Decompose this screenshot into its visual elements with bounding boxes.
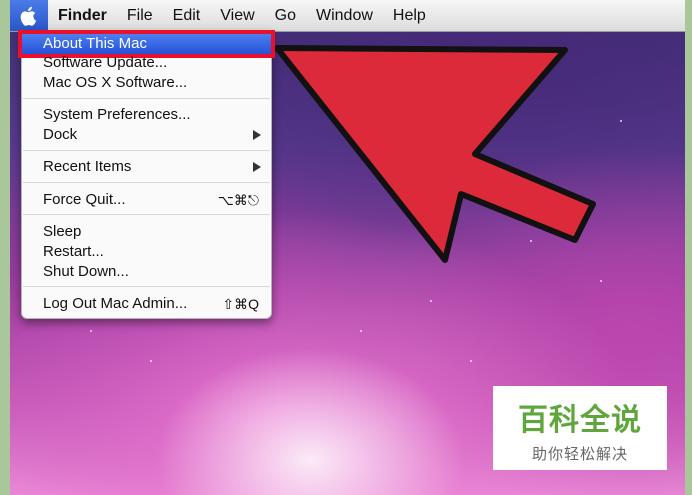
star — [600, 280, 602, 282]
menu-separator — [23, 150, 270, 151]
star — [360, 330, 362, 332]
menu-item-label: Log Out Mac Admin... — [43, 295, 188, 312]
menu-item-mac-os-x-software[interactable]: Mac OS X Software... — [22, 73, 271, 93]
apple-menu-dropdown: About This Mac Software Update... Mac OS… — [18, 30, 275, 319]
menu-go[interactable]: Go — [265, 0, 306, 31]
star — [430, 300, 432, 302]
menu-item-label: System Preferences... — [43, 106, 191, 123]
star — [150, 360, 152, 362]
menu-item-shut-down[interactable]: Shut Down... — [22, 262, 271, 282]
menu-separator — [23, 286, 270, 287]
menu-separator — [23, 98, 270, 99]
menu-file[interactable]: File — [117, 0, 163, 31]
menu-item-label: Restart... — [43, 243, 104, 260]
menu-item-about-this-mac[interactable]: About This Mac — [18, 30, 275, 58]
menu-item-shortcut: ⌥⌘⎋ — [217, 192, 259, 208]
menu-help[interactable]: Help — [383, 0, 436, 31]
menu-separator — [23, 182, 270, 183]
menu-item-sleep[interactable]: Sleep — [22, 222, 271, 242]
menu-item-label: Recent Items — [43, 158, 132, 175]
red-pointer-arrow-icon — [275, 45, 596, 263]
menu-item-label: Dock — [43, 126, 78, 143]
star — [90, 330, 92, 332]
menu-item-software-update[interactable]: Software Update... — [22, 53, 271, 73]
menu-item-label: About This Mac — [43, 35, 147, 52]
menu-window[interactable]: Window — [306, 0, 383, 31]
menu-item-log-out[interactable]: Log Out Mac Admin... ⇧⌘Q — [22, 294, 271, 314]
menu-item-shortcut: ⇧⌘Q — [222, 296, 259, 312]
apple-menu-button[interactable] — [10, 0, 48, 31]
submenu-arrow-icon — [253, 130, 261, 140]
menu-separator — [23, 214, 270, 215]
watermark-title: 百科全说 — [518, 403, 642, 438]
star — [470, 360, 472, 362]
menu-item-system-preferences[interactable]: System Preferences... — [22, 105, 271, 125]
menu-item-force-quit[interactable]: Force Quit... ⌥⌘⎋ — [22, 190, 271, 210]
watermark-subtitle: 助你轻松解决 — [531, 445, 628, 463]
menu-item-label: Force Quit... — [43, 191, 126, 208]
menu-item-label: Sleep — [43, 223, 82, 240]
menu-bar: Finder File Edit View Go Window Help — [10, 0, 685, 32]
menu-item-dock[interactable]: Dock — [22, 125, 271, 145]
menu-item-label: Software Update... — [43, 54, 168, 71]
submenu-arrow-icon — [253, 162, 261, 172]
menu-item-recent-items[interactable]: Recent Items — [22, 157, 271, 177]
star — [620, 120, 622, 122]
menu-edit[interactable]: Edit — [163, 0, 211, 31]
menu-item-label: Shut Down... — [43, 263, 129, 280]
menu-finder[interactable]: Finder — [48, 0, 117, 31]
menu-view[interactable]: View — [210, 0, 264, 31]
watermark: 百科全说 助你轻松解决 — [493, 386, 667, 470]
menu-item-label: Mac OS X Software... — [43, 74, 188, 91]
menu-item-restart[interactable]: Restart... — [22, 242, 271, 262]
apple-logo-icon — [20, 6, 37, 26]
